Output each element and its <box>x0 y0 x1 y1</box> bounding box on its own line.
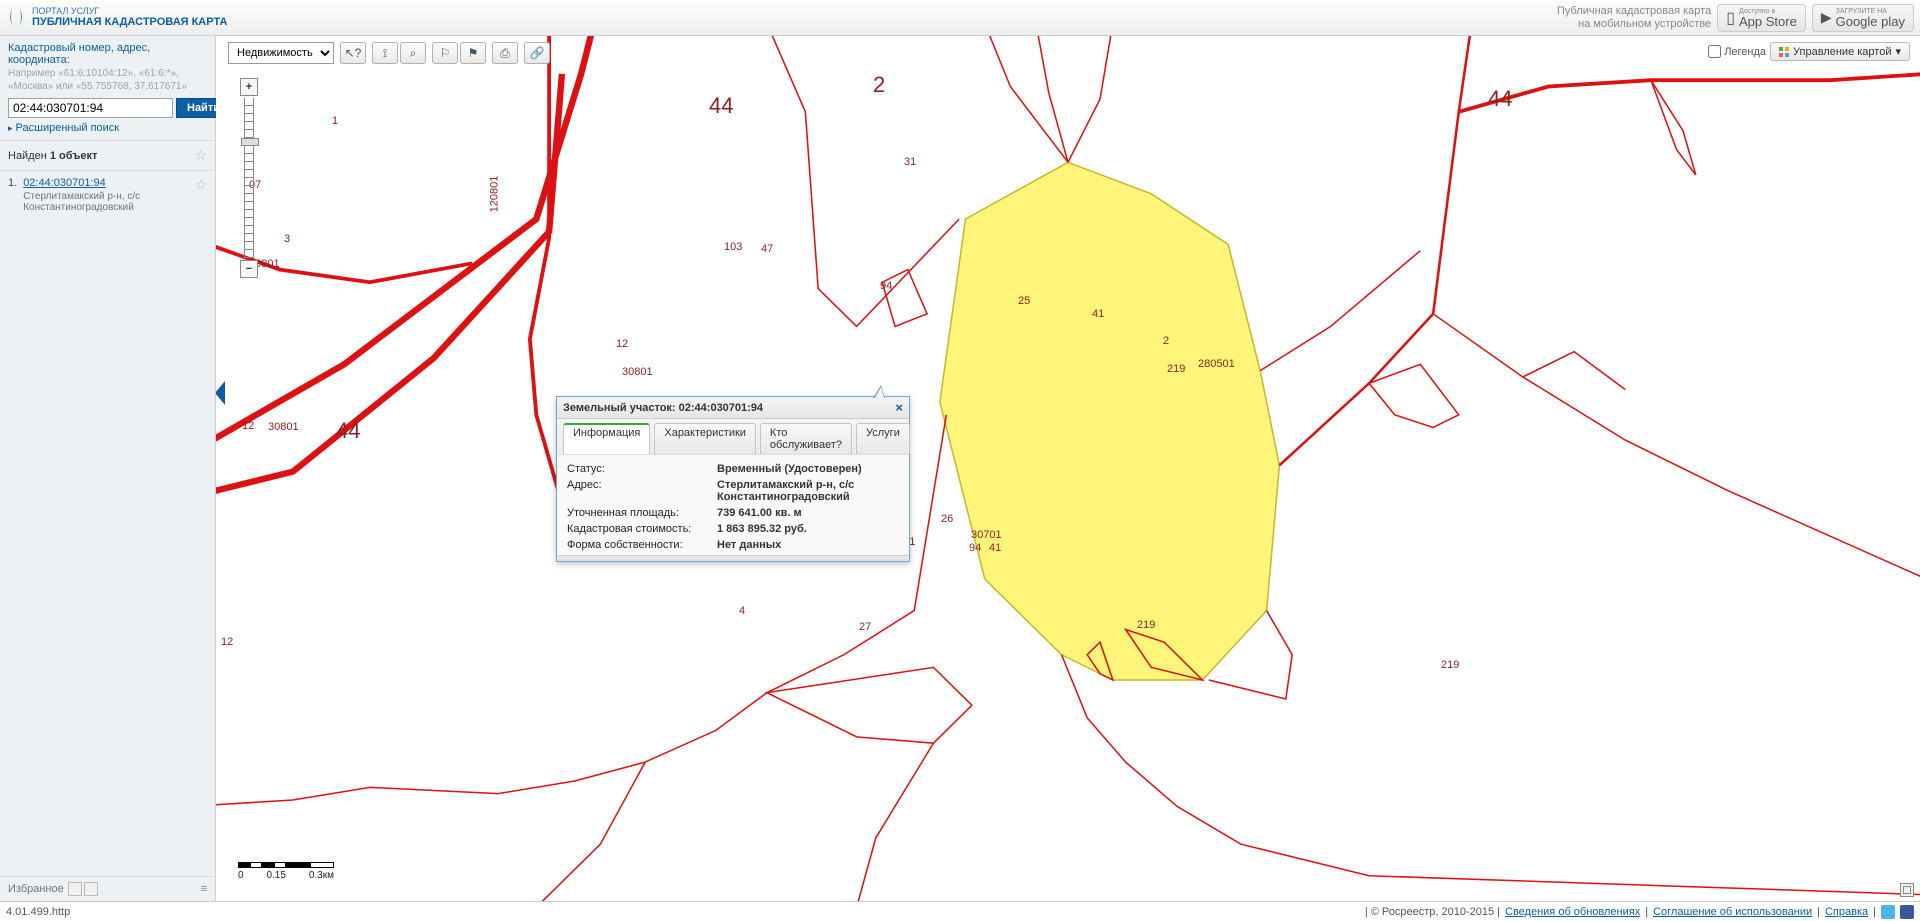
info-row: Адрес:Стерлитамакский р-н, с/с Константи… <box>567 477 899 505</box>
map-toolbar-right: Легенда Управление картой ▾ <box>1708 42 1910 61</box>
logo-icon <box>6 7 26 27</box>
info-key: Адрес: <box>567 479 717 503</box>
favorites-label: Избранное <box>8 883 64 895</box>
info-row: Статус:Временный (Удостоверен) <box>567 461 899 477</box>
chevron-down-icon: ▾ <box>1895 45 1901 58</box>
info-key: Форма собственности: <box>567 539 717 551</box>
search-label: Кадастровый номер, адрес, координата: <box>8 42 207 66</box>
header-right: Публичная кадастровая карта на мобильном… <box>1557 4 1914 32</box>
layer-select[interactable]: Недвижимость <box>228 42 334 64</box>
info-value: 1 863 895.32 руб. <box>717 523 899 535</box>
info-row: Кадастровая стоимость:1 863 895.32 руб. <box>567 521 899 537</box>
legend-checkbox[interactable]: Легенда <box>1708 45 1766 58</box>
app-header: ПОРТАЛ УСЛУГ ПУБЛИЧНАЯ КАДАСТРОВАЯ КАРТА… <box>0 0 1920 36</box>
main: Кадастровый номер, адрес, координата: На… <box>0 36 1920 901</box>
sidebar: Кадастровый номер, адрес, координата: На… <box>0 36 216 901</box>
favorites-collapse-icon[interactable]: ≡ <box>201 883 207 895</box>
portal-line2: ПУБЛИЧНАЯ КАДАСТРОВАЯ КАРТА <box>32 16 227 28</box>
search-input[interactable] <box>8 98 173 118</box>
info-row: Форма собственности:Нет данных <box>567 537 899 553</box>
popup-body[interactable]: Статус:Временный (Удостоверен)Адрес:Стер… <box>557 454 909 555</box>
info-value: 739 641.00 кв. м <box>717 507 899 519</box>
mobile-line2: на мобильном устройстве <box>1557 18 1711 31</box>
googleplay-button[interactable]: ▶ ЗАГРУЗИТЕ НА Google play <box>1812 4 1914 32</box>
footer-link-updates[interactable]: Сведения об обновлениях <box>1505 906 1640 918</box>
tab-chars[interactable]: Характеристики <box>654 423 756 454</box>
map-toolbar: Недвижимость ↖? ⟟ ⌕ ⚐ ⚑ ⎙ 🔗 <box>228 42 550 64</box>
mobile-line1: Публичная кадастровая карта <box>1557 5 1711 18</box>
identify-icon[interactable]: ↖? <box>340 42 366 64</box>
scale-bar: 0 0.15 0.3км <box>238 862 334 881</box>
popup-title-text: Земельный участок: 02:44:030701:94 <box>563 402 763 414</box>
facebook-icon[interactable] <box>1900 905 1914 919</box>
popup-footer <box>557 555 909 561</box>
tab-info[interactable]: Информация <box>563 423 650 454</box>
maximize-icon[interactable] <box>1900 883 1914 897</box>
manage-map-button[interactable]: Управление картой ▾ <box>1770 42 1910 61</box>
search-hint: Например «61:6:10104:12», «61:6:*», «Мос… <box>8 68 207 93</box>
portal-title: ПОРТАЛ УСЛУГ ПУБЛИЧНАЯ КАДАСТРОВАЯ КАРТА <box>32 7 227 29</box>
measure-icon[interactable]: ⟟ <box>372 42 398 64</box>
appstore-big: App Store <box>1739 15 1797 28</box>
result-cadnum-link[interactable]: 02:44:030701:94 <box>23 177 189 189</box>
mobile-promo-text: Публичная кадастровая карта на мобильном… <box>1557 5 1711 30</box>
result-num: 1. <box>8 177 17 213</box>
portal-line1: ПОРТАЛ УСЛУГ <box>32 7 227 17</box>
zoom-in-button[interactable]: + <box>240 78 258 96</box>
favorites-block: Избранное ≡ <box>0 876 215 901</box>
result-item: 1. 02:44:030701:94 Стерлитамакский р-н, … <box>8 177 207 213</box>
popup-title-bar: Земельный участок: 02:44:030701:94 × <box>557 397 909 419</box>
footer: 4.01.499.http | © Росреестр, 2010-2015 |… <box>0 901 1920 921</box>
tab-services[interactable]: Услуги <box>856 423 910 454</box>
search-block: Кадастровый номер, адрес, координата: На… <box>0 36 215 141</box>
tab-who[interactable]: Кто обслуживает? <box>760 423 852 454</box>
phone-icon: ▯ <box>1726 8 1735 28</box>
popup-tabs: Информация Характеристики Кто обслуживае… <box>557 419 909 454</box>
advanced-search-link[interactable]: Расширенный поиск <box>8 122 207 134</box>
info-key: Кадастровая стоимость: <box>567 523 717 535</box>
tool-icon[interactable]: ⌕ <box>400 42 426 64</box>
popup-close-icon[interactable]: × <box>895 400 903 415</box>
zoom-slider[interactable] <box>244 98 254 258</box>
fav-import-icon[interactable] <box>84 882 98 896</box>
footer-link-help[interactable]: Справка <box>1825 906 1868 918</box>
info-value: Временный (Удостоверен) <box>717 463 899 475</box>
layers-grid-icon <box>1779 47 1789 57</box>
result-desc: Стерлитамакский р-н, с/с Константиноград… <box>23 191 189 213</box>
info-key: Уточненная площадь: <box>567 507 717 519</box>
favorite-item-icon[interactable]: ☆ <box>195 177 207 213</box>
info-row: Уточненная площадь:739 641.00 кв. м <box>567 505 899 521</box>
footer-copyright: | © Росреестр, 2010-2015 | <box>1365 906 1500 918</box>
map-area[interactable]: Недвижимость ↖? ⟟ ⌕ ⚐ ⚑ ⎙ 🔗 Легенд <box>216 36 1920 901</box>
info-value: Стерлитамакский р-н, с/с Константиноград… <box>717 479 899 503</box>
info-value: Нет данных <box>717 539 899 551</box>
appstore-button[interactable]: ▯ Доступно в App Store <box>1717 4 1806 32</box>
gplay-big: Google play <box>1836 15 1905 28</box>
results-header: Найден 1 объект ☆ <box>0 141 215 171</box>
zoom-control: + − <box>240 78 258 278</box>
fav-export-icon[interactable] <box>68 882 82 896</box>
footer-link-agreement[interactable]: Соглашение об использовании <box>1653 906 1812 918</box>
print-icon[interactable]: ⎙ <box>492 42 518 64</box>
results-list: 1. 02:44:030701:94 Стерлитамакский р-н, … <box>0 171 215 876</box>
parcel-popup: Земельный участок: 02:44:030701:94 × Инф… <box>556 396 910 562</box>
marker2-icon[interactable]: ⚑ <box>460 42 486 64</box>
footer-version: 4.01.499.http <box>6 906 70 918</box>
zoom-out-button[interactable]: − <box>240 260 258 278</box>
zoom-thumb[interactable] <box>241 138 259 146</box>
favorite-all-icon[interactable]: ☆ <box>194 147 207 164</box>
popup-arrow <box>873 385 885 398</box>
link-icon[interactable]: 🔗 <box>524 42 550 64</box>
info-key: Статус: <box>567 463 717 475</box>
twitter-icon[interactable] <box>1881 905 1895 919</box>
cadastral-map <box>216 36 1920 901</box>
marker-icon[interactable]: ⚐ <box>432 42 458 64</box>
header-left: ПОРТАЛ УСЛУГ ПУБЛИЧНАЯ КАДАСТРОВАЯ КАРТА <box>6 7 227 29</box>
play-icon: ▶ <box>1821 9 1832 26</box>
